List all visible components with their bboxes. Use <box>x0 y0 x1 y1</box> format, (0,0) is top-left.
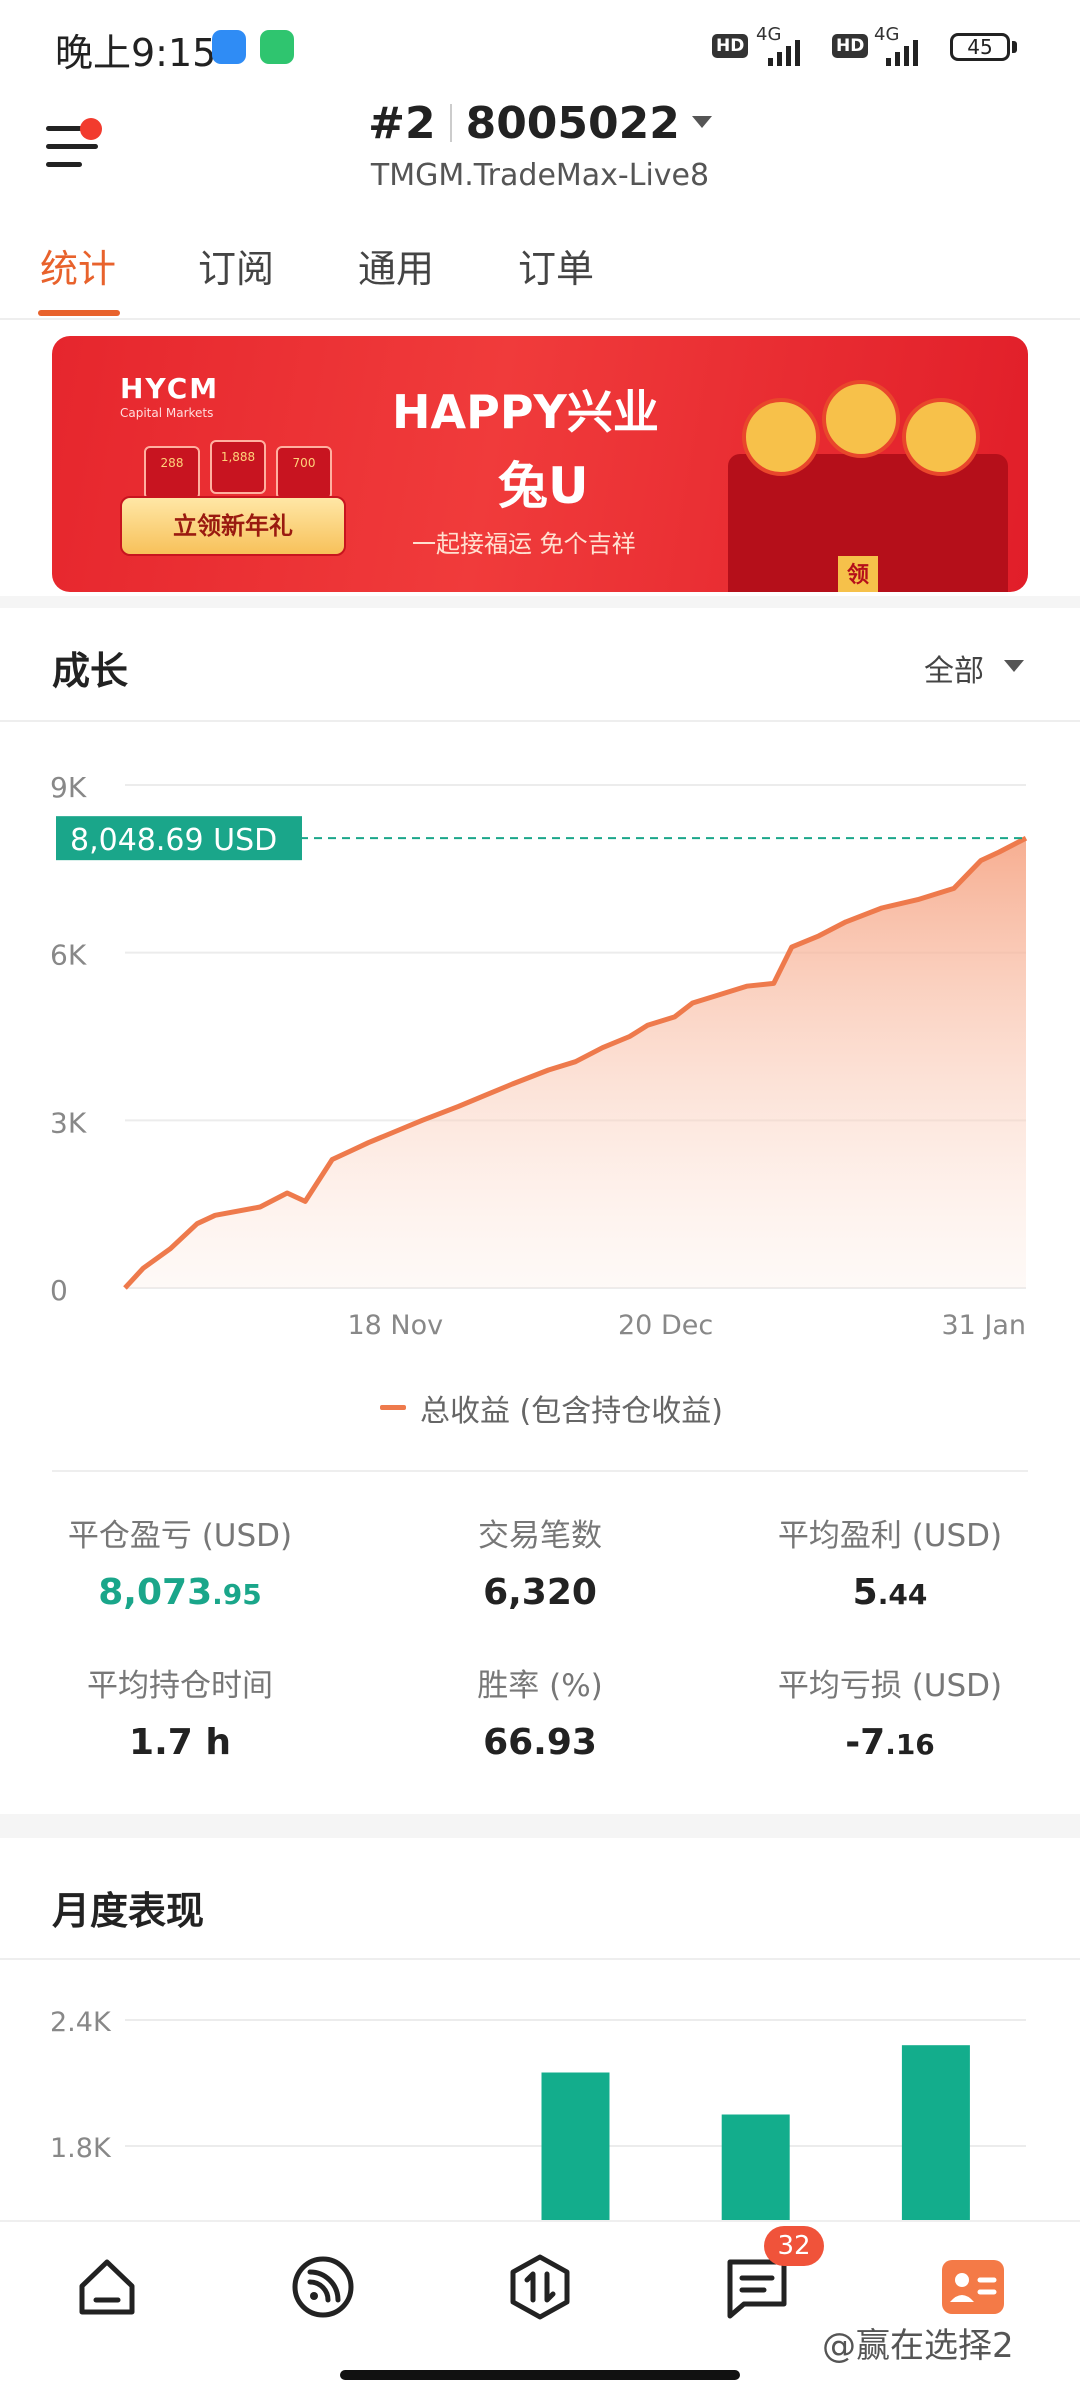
monthly-bar <box>901 2045 970 2220</box>
x-tick-label: 31 Jan <box>941 1310 1026 1341</box>
stat-value-main: 5 <box>852 1572 878 1613</box>
divider <box>0 1958 1080 1960</box>
period-filter[interactable]: 全部 <box>924 646 984 690</box>
legend-swatch <box>380 1405 406 1410</box>
status-time: 晚上9:15 <box>55 31 217 75</box>
reference-label: 8,048.69 USD <box>70 823 277 858</box>
stat-value-main: -7 <box>845 1722 886 1763</box>
growth-title: 成长 <box>52 649 129 693</box>
account-number: 8005022 <box>465 98 680 149</box>
stat-value: -7.16 <box>725 1722 1055 1763</box>
monthly-title: 月度表现 <box>52 1889 205 1933</box>
stat-label: 平均盈利 (USD) <box>777 1518 1003 1554</box>
envelope: 288 <box>144 446 200 500</box>
banner-subtitle: 一起接福运 免个吉祥 <box>412 530 636 558</box>
monthly-chart: 1.8K 2.4K <box>50 2007 1026 2220</box>
stat-value-decimal: .16 <box>885 1728 935 1761</box>
y-tick-label: 9K <box>50 771 87 804</box>
chevron-down-icon[interactable] <box>1004 660 1024 672</box>
y-tick-label: 0 <box>50 1274 68 1307</box>
red-envelopes: 288 1,888 700 <box>144 440 354 500</box>
active-tab-indicator <box>38 310 120 316</box>
account-index: #2 <box>368 98 436 149</box>
divider <box>0 318 1080 320</box>
security-app-icon <box>260 30 294 64</box>
stat-value-main: 6,320 <box>483 1572 597 1613</box>
profile-icon[interactable] <box>938 2252 1008 2322</box>
banner-headline: HAPPY兴业 <box>392 385 659 439</box>
legend-label: 总收益 (包含持仓收益) <box>420 1394 723 1429</box>
home-indicator <box>340 2370 740 2380</box>
app-notification-icon <box>212 30 246 64</box>
banner-logo: HYCM <box>120 372 220 405</box>
tab-subscribe[interactable]: 订阅 <box>198 238 274 293</box>
stat-label: 平仓盈亏 (USD) <box>67 1518 293 1554</box>
promo-banner[interactable]: HYCM Capital Markets 288 1,888 700 立领新年礼… <box>52 336 1028 592</box>
stat-value: 1.7 h <box>15 1722 345 1763</box>
stat-value: 8,073.95 <box>15 1572 345 1613</box>
tab-orders[interactable]: 订单 <box>518 238 594 293</box>
stat-value: 6,320 <box>375 1572 705 1613</box>
battery-icon: 45 <box>950 33 1010 61</box>
stat-value: 66.93 <box>375 1722 705 1763</box>
notification-badge: 32 <box>764 2226 824 2266</box>
rabbit-medal-icon <box>742 398 820 476</box>
stat-label: 平均亏损 (USD) <box>777 1668 1003 1704</box>
trade-icon[interactable] <box>505 2252 575 2322</box>
stat-value-main: 66.93 <box>483 1722 597 1763</box>
stat-label: 平均持仓时间 <box>87 1668 273 1704</box>
tab-statistics[interactable]: 统计 <box>40 238 116 293</box>
envelope: 700 <box>276 446 332 500</box>
stat-value-decimal: .44 <box>877 1578 928 1611</box>
monthly-bar <box>541 2072 610 2220</box>
divider <box>52 1470 1028 1472</box>
y-tick-label: 1.8K <box>50 2133 112 2164</box>
section-separator <box>0 596 1080 608</box>
stat-value-main: 1.7 h <box>129 1722 231 1763</box>
rabbit-medal-icon <box>902 398 980 476</box>
y-tick-label: 6K <box>50 939 87 972</box>
rabbit-medal-icon <box>822 380 900 458</box>
home-icon[interactable] <box>72 2252 142 2322</box>
signal-icon <box>768 36 800 66</box>
stat-value: 5.44 <box>725 1572 1055 1613</box>
divider <box>0 720 1080 722</box>
signal-icon <box>886 36 918 66</box>
x-tick-label: 18 Nov <box>347 1310 443 1341</box>
section-separator <box>0 1814 1080 1838</box>
banner-logo-subtitle: Capital Markets <box>120 406 214 420</box>
stat-label: 交易笔数 <box>478 1518 602 1554</box>
envelope: 1,888 <box>210 440 266 494</box>
growth-chart: 0 3K 6K 9K 8,048.69 USD 18 Nov 20 Dec 31 Jan <box>50 771 1028 1341</box>
feed-icon[interactable] <box>288 2252 358 2322</box>
gift-tag: 领 <box>838 556 878 592</box>
tab-general[interactable]: 通用 <box>358 238 434 293</box>
watermark: @赢在选择2 <box>822 2326 1014 2366</box>
banner-headline-2: 兔U <box>498 457 589 515</box>
stat-value-decimal: .95 <box>212 1578 262 1611</box>
claim-gift-button[interactable]: 立领新年礼 <box>120 496 346 556</box>
account-selector[interactable]: #2 8005022 <box>0 98 1080 149</box>
account-server: TMGM.TradeMax-Live8 <box>370 158 710 193</box>
stat-label: 胜率 (%) <box>477 1668 603 1704</box>
stat-value-main: 8,073 <box>98 1572 213 1613</box>
y-tick-label: 3K <box>50 1106 87 1139</box>
hd-badge: HD <box>712 34 749 58</box>
y-tick-label: 2.4K <box>50 2007 112 2038</box>
hd-badge: HD <box>832 34 869 58</box>
chevron-down-icon <box>691 116 712 128</box>
battery-tip <box>1012 41 1017 53</box>
monthly-bar <box>721 2114 790 2220</box>
x-tick-label: 20 Dec <box>618 1310 713 1341</box>
